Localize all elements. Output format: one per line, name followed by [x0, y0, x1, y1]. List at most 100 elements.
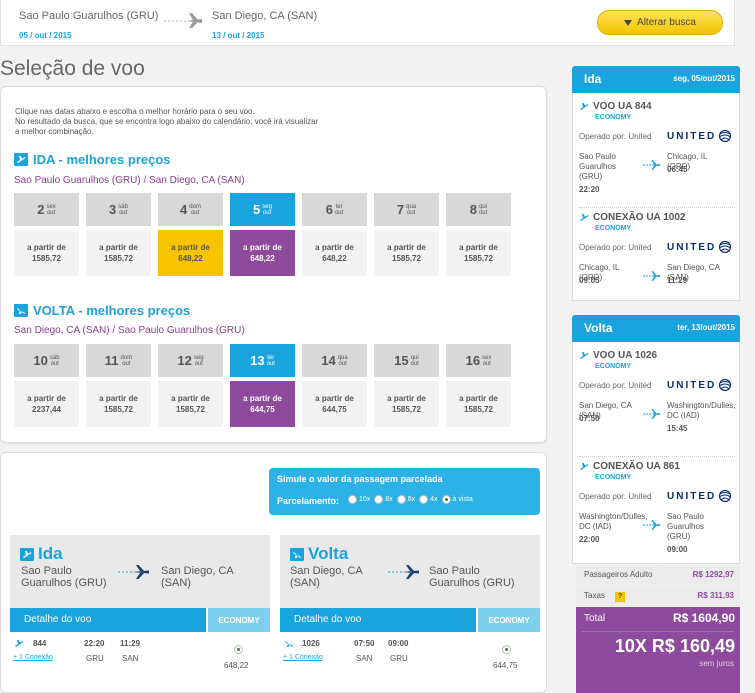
outbound-date-cell[interactable]: 3 sáb out a partir de 1585,72 — [86, 193, 151, 276]
return-date-cell[interactable]: 11 dom out a partir de 1585,72 — [86, 344, 151, 427]
date-tile[interactable]: 10 sáb out — [14, 344, 79, 377]
fare-price: 648,22 — [224, 661, 249, 670]
price-tile[interactable]: a partir de 648,22 — [158, 230, 223, 276]
date-tile[interactable]: 12 seg out — [158, 344, 223, 377]
outbound-date-cell[interactable]: 7 qua out a partir de 1585,72 — [374, 193, 439, 276]
date-tile[interactable]: 13 ter out — [230, 344, 295, 377]
price-prefix: a partir de — [27, 243, 66, 252]
radio-button[interactable] — [348, 495, 358, 504]
outbound-flight-row[interactable]: 844 + 1 Conexão 22:20 11:29 GRU SAN 648,… — [10, 632, 270, 692]
installment-option[interactable]: 4x — [419, 495, 438, 504]
installment-option[interactable]: à vista — [441, 495, 473, 504]
fare-radio[interactable] — [502, 645, 511, 654]
date-tile[interactable]: 3 sáb out — [86, 193, 151, 226]
economy-header: ECONOMY — [206, 608, 270, 632]
price-tile[interactable]: a partir de 1585,72 — [446, 230, 511, 276]
price-value: 1585,72 — [176, 405, 205, 414]
price-tile[interactable]: a partir de 2237,44 — [14, 381, 79, 427]
price-value: 1585,72 — [392, 405, 421, 414]
outbound-date-cell[interactable]: 8 qui out a partir de 1585,72 — [446, 193, 511, 276]
price-prefix: a partir de — [459, 394, 498, 403]
price-tile[interactable]: a partir de 644,75 — [302, 381, 367, 427]
return-date-cell[interactable]: 10 sáb out a partir de 2237,44 — [14, 344, 79, 427]
date-tile[interactable]: 5 seg out — [230, 193, 295, 226]
total-label: Total — [584, 613, 606, 624]
segment-class: ECONOMY — [595, 363, 632, 370]
departure-time: 07:50 — [354, 639, 375, 648]
search-summary-bar: Sao Paulo Guarulhos (GRU) 05 / out / 201… — [0, 0, 735, 46]
economy-header: ECONOMY — [476, 608, 540, 632]
alter-search-button[interactable]: Alterar busca — [597, 10, 723, 35]
outbound-date-cell[interactable]: 6 ter out a partir de 648,22 — [302, 193, 367, 276]
date-tile[interactable]: 11 dom out — [86, 344, 151, 377]
radio-button[interactable] — [441, 495, 451, 504]
date-tile[interactable]: 2 sex out — [14, 193, 79, 226]
alter-search-label: Alterar busca — [637, 17, 696, 28]
installment-option[interactable]: 10x — [348, 495, 370, 504]
instructions-line: No resultado da busca, que se encontra l… — [15, 117, 319, 126]
help-icon[interactable]: ? — [615, 592, 626, 602]
radio-button[interactable] — [396, 495, 406, 504]
date-tile[interactable]: 6 ter out — [302, 193, 367, 226]
connection-link[interactable]: + 1 Conexão — [13, 654, 53, 661]
outbound-date-cell[interactable]: 2 sex out a partir de 1585,72 — [14, 193, 79, 276]
price-tile[interactable]: a partir de 1585,72 — [86, 230, 151, 276]
united-globe-icon — [719, 241, 732, 253]
return-date-cell[interactable]: 15 qui out a partir de 1585,72 — [374, 344, 439, 427]
departure-time: 22:20 — [84, 639, 105, 648]
radio-button[interactable] — [419, 495, 429, 504]
return-date-cell[interactable]: 12 seg out a partir de 1585,72 — [158, 344, 223, 427]
price-summary: Passageiros Adulto R$ 1292,97 Taxas ? R$… — [576, 565, 740, 693]
weekday-month: ter out — [334, 203, 344, 216]
return-flight-row[interactable]: 1026 + 1 Conexão 07:50 09:00 SAN GRU 644… — [280, 632, 540, 692]
date-tile[interactable]: 16 sex out — [446, 344, 511, 377]
radio-button[interactable] — [374, 495, 384, 504]
price-tile[interactable]: a partir de 1585,72 — [446, 381, 511, 427]
outbound-title-text: IDA - melhores preços — [33, 152, 171, 167]
date-tile[interactable]: 8 qui out — [446, 193, 511, 226]
date-tile[interactable]: 14 qua out — [302, 344, 367, 377]
price-tile[interactable]: a partir de 648,22 — [230, 230, 295, 276]
return-leg-title-text: Volta — [308, 544, 349, 563]
destination-city: San Diego, CA (SAN) — [212, 10, 318, 22]
installment-option[interactable]: 6x — [396, 495, 415, 504]
fare-radio[interactable] — [234, 645, 243, 654]
return-route: San Diego, CA (SAN) / Sao Paulo Guarulho… — [14, 325, 245, 336]
instructions-line: Clique nas datas abaixo e escolha o melh… — [15, 107, 255, 116]
price-value: 648,22 — [178, 254, 203, 263]
operated-by: Operado por: United — [579, 381, 652, 390]
installment-option-label: 4x — [430, 496, 438, 503]
flight-number: 844 — [33, 639, 47, 648]
outbound-date-cell[interactable]: 4 dom out a partir de 648,22 — [158, 193, 223, 276]
summary-segment: VOO UA 1026 ECONOMY Operado por: United UNI… — [573, 348, 741, 453]
connection-link[interactable]: + 1 Conexão — [283, 654, 323, 661]
return-leg-header: Volta San Diego, CA (SAN) Sao Paulo Guar… — [280, 535, 540, 608]
flight-detail-label: Detalhe do voo — [294, 614, 362, 625]
installment-option-label: 8x — [385, 496, 393, 503]
return-date-cell[interactable]: 13 ter out a partir de 644,75 — [230, 344, 295, 427]
date-tile[interactable]: 15 qui out — [374, 344, 439, 377]
price-tile[interactable]: a partir de 1585,72 — [86, 381, 151, 427]
outbound-date-cell[interactable]: 5 seg out a partir de 648,22 — [230, 193, 295, 276]
price-tile[interactable]: a partir de 1585,72 — [14, 230, 79, 276]
segment-to-time: 15:45 — [667, 424, 688, 433]
price-tile[interactable]: a partir de 644,75 — [230, 381, 295, 427]
installment-option[interactable]: 8x — [374, 495, 393, 504]
date-tile[interactable]: 7 qua out — [374, 193, 439, 226]
day-number: 14 — [321, 353, 336, 368]
day-number: 5 — [253, 202, 261, 217]
plane-icon — [580, 352, 589, 359]
return-calendar-title: VOLTA - melhores preços — [14, 303, 190, 318]
operated-by: Operado por: United — [579, 132, 652, 141]
return-date-row: 10 sáb out a partir de 2237,44 11 dom out a part… — [14, 344, 511, 427]
instructions-line: a melhor combinação. — [15, 127, 94, 136]
day-number: 13 — [250, 353, 265, 368]
price-tile[interactable]: a partir de 648,22 — [302, 230, 367, 276]
price-tile[interactable]: a partir de 1585,72 — [374, 381, 439, 427]
return-date-cell[interactable]: 16 sex out a partir de 1585,72 — [446, 344, 511, 427]
return-date-cell[interactable]: 14 qua out a partir de 644,75 — [302, 344, 367, 427]
price-tile[interactable]: a partir de 1585,72 — [374, 230, 439, 276]
flight-number: 1026 — [302, 639, 320, 648]
date-tile[interactable]: 4 dom out — [158, 193, 223, 226]
price-tile[interactable]: a partir de 1585,72 — [158, 381, 223, 427]
